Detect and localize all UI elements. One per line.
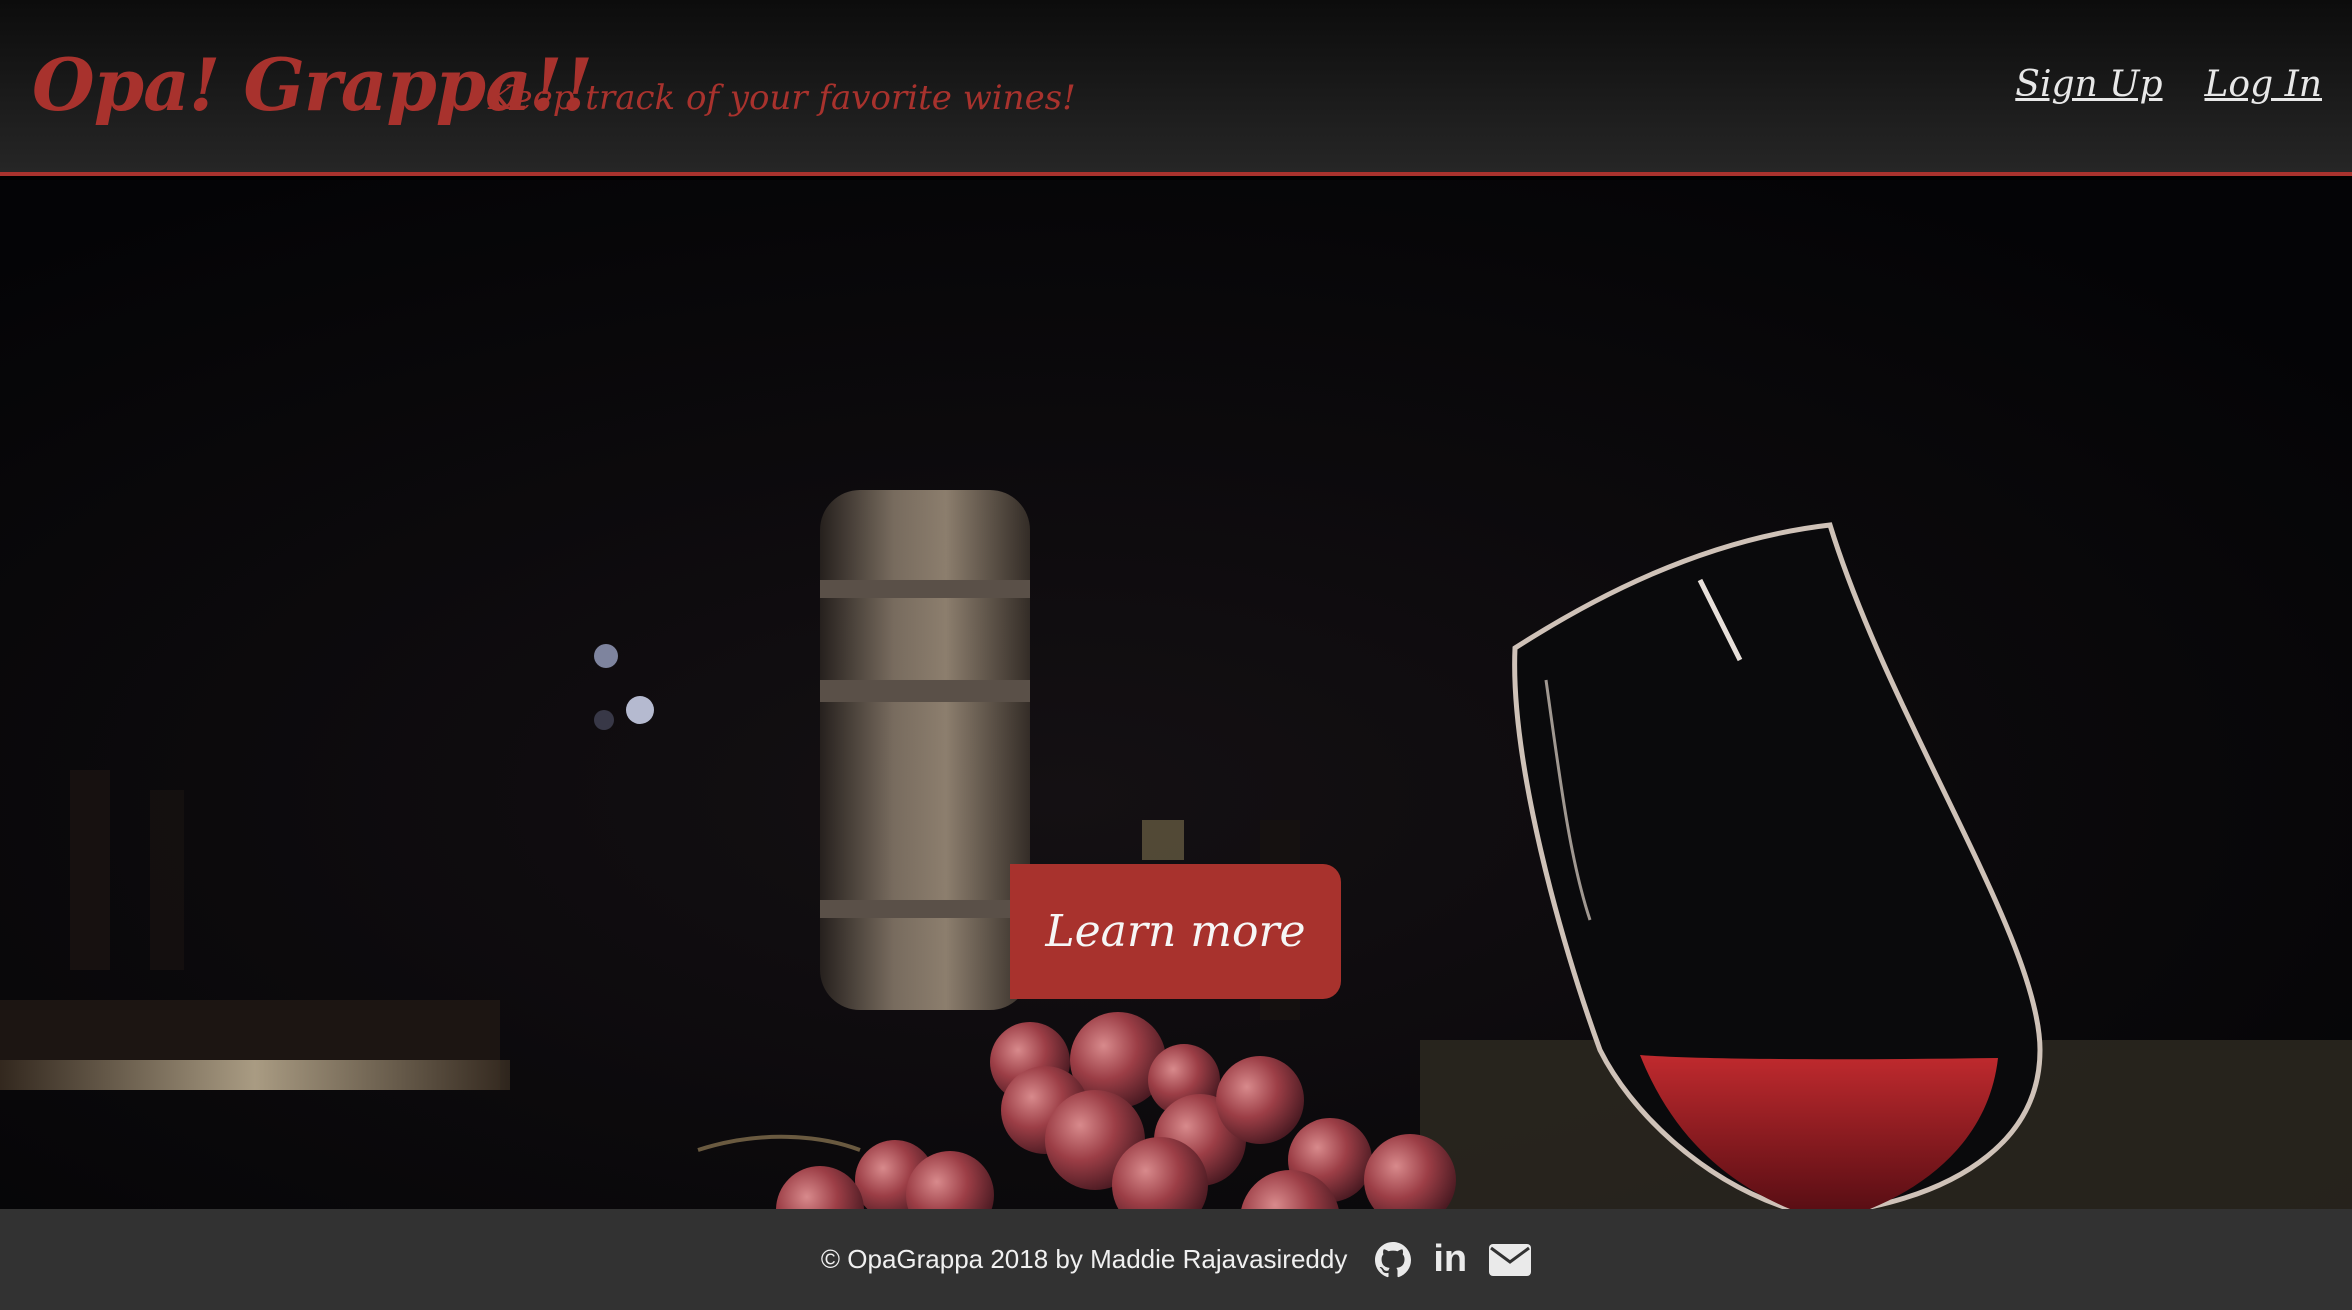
- learn-more-button[interactable]: Learn more: [1010, 864, 1341, 999]
- github-icon[interactable]: [1375, 1241, 1412, 1278]
- linkedin-glyph: in: [1433, 1238, 1468, 1280]
- top-nav: Sign Up Log In: [2015, 64, 2322, 105]
- social-links: in: [1375, 1238, 1532, 1281]
- envelope-icon[interactable]: [1489, 1243, 1532, 1276]
- site-header: Opa! Grappa!! Keep track of your favorit…: [0, 0, 2352, 176]
- log-in-link[interactable]: Log In: [2205, 64, 2322, 105]
- hero-background-image: [0, 180, 2352, 1209]
- linkedin-icon[interactable]: in: [1433, 1238, 1467, 1281]
- sign-up-link[interactable]: Sign Up: [2015, 64, 2162, 105]
- site-tagline: Keep track of your favorite wines!: [488, 78, 1076, 118]
- site-footer: © OpaGrappa 2018 by Maddie Rajavasireddy…: [0, 1209, 2352, 1310]
- copyright-text: © OpaGrappa 2018 by Maddie Rajavasireddy: [820, 1244, 1348, 1274]
- hero-section: Learn more: [0, 180, 2352, 1209]
